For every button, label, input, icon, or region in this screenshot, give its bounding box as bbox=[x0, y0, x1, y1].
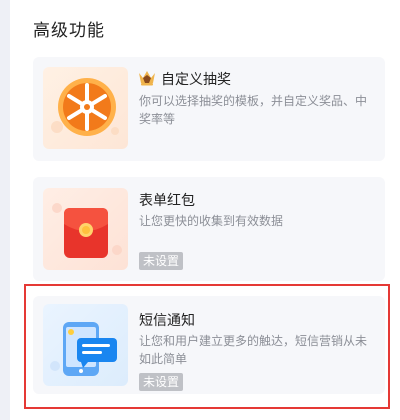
card-sms-notification[interactable]: 短信通知 让您和用户建立更多的触达，短信营销从未如此简单 未设置 bbox=[33, 296, 385, 394]
card-form-red-envelope[interactable]: 表单红包 让您更快的收集到有效数据 未设置 bbox=[33, 177, 385, 281]
card-description: 你可以选择抽奖的模板，并自定义奖品、中奖率等 bbox=[139, 94, 368, 126]
red-envelope-icon bbox=[52, 203, 122, 258]
lottery-thumbnail bbox=[43, 67, 128, 149]
card-title: 自定义抽奖 bbox=[161, 72, 231, 88]
sms-thumbnail bbox=[43, 304, 128, 386]
card-title: 表单红包 bbox=[139, 193, 195, 209]
status-badge: 未设置 bbox=[139, 373, 184, 391]
left-rail bbox=[0, 0, 10, 420]
card-description: 让您更快的收集到有效数据 bbox=[139, 214, 284, 228]
status-badge: 未设置 bbox=[139, 252, 184, 270]
card-description: 让您和用户建立更多的触达，短信营销从未如此简单 bbox=[139, 334, 368, 366]
card-custom-lottery[interactable]: 自定义抽奖 你可以选择抽奖的模板，并自定义奖品、中奖率等 bbox=[33, 57, 385, 161]
sms-phone-icon bbox=[50, 322, 117, 376]
lottery-wheel-icon bbox=[51, 78, 119, 136]
section-title: 高级功能 bbox=[33, 21, 105, 41]
crown-icon bbox=[139, 71, 155, 86]
card-title: 短信通知 bbox=[139, 313, 195, 329]
red-envelope-thumbnail bbox=[43, 188, 128, 270]
